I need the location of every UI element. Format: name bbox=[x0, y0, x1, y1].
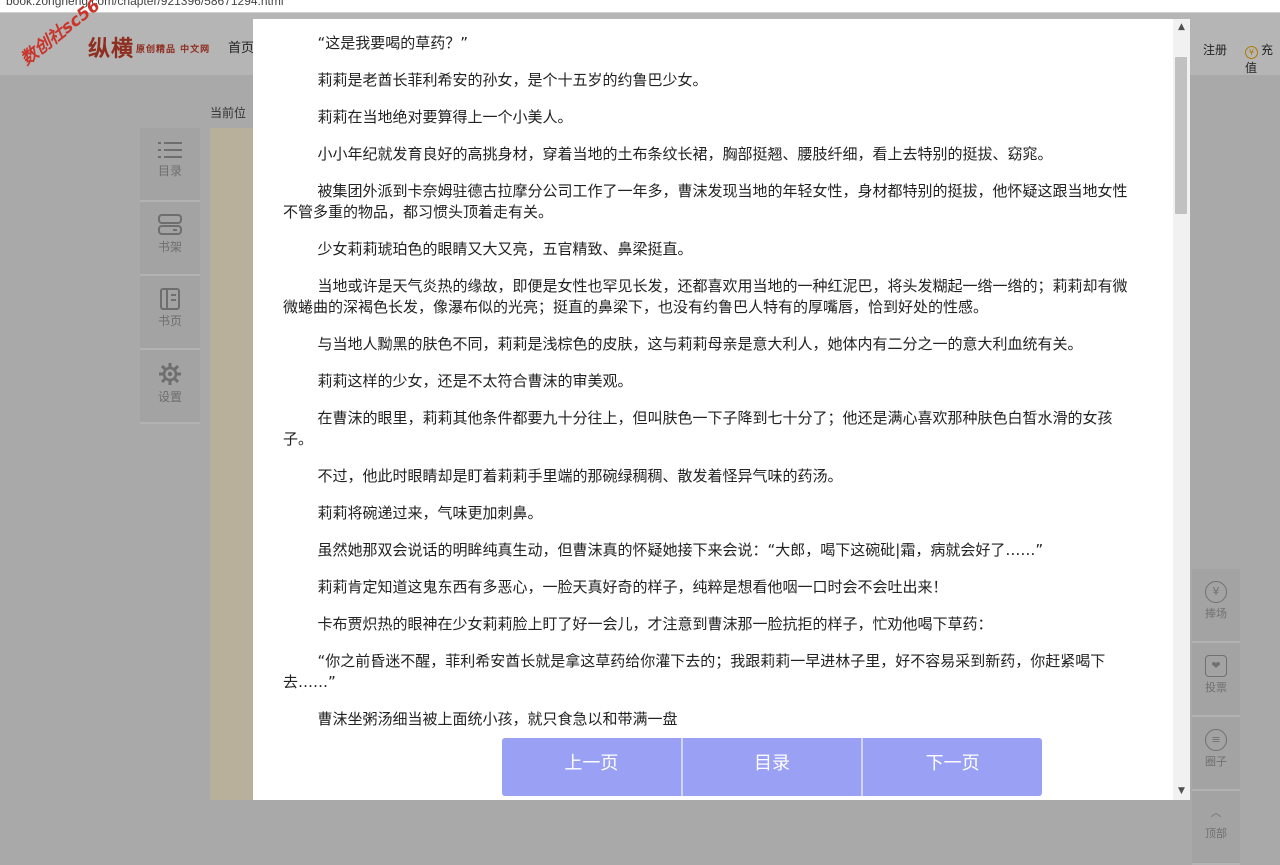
nav-home-link[interactable]: 首页 bbox=[228, 37, 254, 56]
right-toolbar: ¥ 捧场 ❤ 投票 ≡ 圈子 ︿ 顶部 bbox=[1192, 569, 1240, 865]
back-to-top-button[interactable]: ︿ 顶部 bbox=[1192, 803, 1240, 865]
charge-link[interactable]: ¥ 充值 bbox=[1245, 41, 1280, 76]
circle-button[interactable]: ≡ 圈子 bbox=[1192, 729, 1240, 791]
browser-url-bar[interactable]: book.zongheng.com/chapter/921396/5867129… bbox=[0, 0, 1280, 13]
paragraph: 莉莉是老酋长菲利希安的孙女，是个十五岁的约鲁巴少女。 bbox=[317, 71, 708, 89]
paragraph: 少女莉莉琥珀色的眼睛又大又亮，五官精致、鼻梁挺直。 bbox=[317, 240, 693, 258]
paragraph: 虽然她那双会说话的明眸纯真生动，但曹沫真的怀疑她接下来会说：“大郎，喝下这碗砒|… bbox=[317, 541, 1044, 559]
scroll-up-arrow-icon[interactable]: ▲ bbox=[1173, 19, 1190, 36]
book-icon bbox=[160, 288, 180, 310]
toolbar-label: 目录 bbox=[157, 164, 182, 178]
paragraph: 卡布贾炽热的眼神在少女莉莉脸上盯了好一会儿，才注意到曹沫那一脸抗拒的样子，忙劝他… bbox=[317, 615, 993, 633]
paragraph: 与当地人黝黑的肤色不同，莉莉是浅棕色的皮肤，这与莉莉母亲是意大利人，她体内有二分… bbox=[317, 335, 1083, 353]
toolbar-label: 书架 bbox=[157, 240, 182, 254]
paragraph: 当地或许是天气炎热的缘故，即便是女性也罕见长发，还都喜欢用当地的一种红泥巴，将头… bbox=[283, 277, 1128, 316]
scroll-down-arrow-icon[interactable]: ▼ bbox=[1173, 783, 1190, 800]
toolbar-label: 设置 bbox=[157, 390, 182, 404]
paragraph: 莉莉这样的少女，还是不太符合曹沫的审美观。 bbox=[317, 372, 633, 390]
toolbar-bookshelf-button[interactable]: 书架 bbox=[140, 214, 200, 276]
url-text: book.zongheng.com/chapter/921396/5867129… bbox=[6, 0, 284, 8]
left-toolbar: 目录 书架 书页 设置 bbox=[140, 128, 200, 424]
paragraph: 被集团外派到卡奈姆驻德古拉摩分公司工作了一年多，曹沫发现当地的年轻女性，身材都特… bbox=[283, 182, 1128, 221]
paragraph: 不过，他此时眼睛却是盯着莉莉手里端的那碗绿稠稠、散发着怪异气味的药汤。 bbox=[317, 467, 843, 485]
toc-button[interactable]: 目录 bbox=[680, 738, 862, 796]
paragraph: “这是我要喝的草药？” bbox=[317, 34, 469, 52]
logo-text: 纵横 bbox=[88, 37, 135, 62]
right-tool-label: 捧场 bbox=[1205, 607, 1227, 620]
paragraph: 在曹沫的眼里，莉莉其他条件都要九十分往上，但叫肤色一下子降到七十分了；他还是满心… bbox=[283, 409, 1113, 448]
support-button[interactable]: ¥ 捧场 bbox=[1192, 581, 1240, 643]
chapter-pager: 上一页 目录 下一页 bbox=[502, 738, 1042, 796]
site-logo[interactable]: 纵横 原创精品 中文网 bbox=[88, 31, 210, 63]
right-tool-label: 圈子 bbox=[1205, 755, 1227, 768]
gear-icon bbox=[159, 363, 181, 385]
paragraph: 小小年纪就发育良好的高挑身材，穿着当地的土布条纹长裙，胸部挺翘、腰肢纤细，看上去… bbox=[317, 145, 1053, 163]
register-link[interactable]: 注册 bbox=[1203, 41, 1227, 58]
chapter-content: “这是我要喝的草药？” 莉莉是老酋长菲利希安的孙女，是个十五岁的约鲁巴少女。 莉… bbox=[283, 33, 1135, 746]
paragraph: 曹沫坐粥汤细当被上面统小孩，就只食急以和带满一盘 bbox=[317, 710, 678, 728]
paragraph: 莉莉将碗递过来，气味更加刺鼻。 bbox=[317, 504, 543, 522]
prev-page-button[interactable]: 上一页 bbox=[502, 738, 681, 796]
right-tool-label: 顶部 bbox=[1205, 827, 1227, 840]
right-tool-label: 投票 bbox=[1205, 681, 1227, 694]
logo-subtext: 原创精品 中文网 bbox=[136, 45, 211, 55]
toolbar-toc-button[interactable]: 目录 bbox=[140, 140, 200, 202]
list-icon bbox=[158, 142, 182, 158]
paragraph: “你之前昏迷不醒，菲利希安酋长就是拿这草药给你灌下去的；我跟莉莉一早进林子里，好… bbox=[283, 652, 1106, 691]
chat-icon: ≡ bbox=[1205, 729, 1227, 751]
chapter-reader-modal[interactable]: “这是我要喝的草药？” 莉莉是老酋长菲利希安的孙女，是个十五岁的约鲁巴少女。 莉… bbox=[253, 19, 1190, 800]
scrollbar-thumb[interactable] bbox=[1175, 57, 1187, 214]
vote-button[interactable]: ❤ 投票 bbox=[1192, 655, 1240, 717]
paragraph: 莉莉在当地绝对要算得上一个小美人。 bbox=[317, 108, 573, 126]
yen-icon: ¥ bbox=[1205, 581, 1227, 603]
toolbar-bookpage-button[interactable]: 书页 bbox=[140, 288, 200, 350]
breadcrumb: 当前位 bbox=[210, 106, 247, 120]
vertical-scrollbar[interactable]: ▲ ▼ bbox=[1173, 19, 1190, 800]
next-page-button[interactable]: 下一页 bbox=[861, 738, 1042, 796]
yen-coin-icon: ¥ bbox=[1245, 46, 1258, 59]
ticket-icon: ❤ bbox=[1205, 655, 1227, 677]
toolbar-settings-button[interactable]: 设置 bbox=[140, 362, 200, 424]
chevron-up-icon: ︿ bbox=[1210, 806, 1222, 819]
paragraph: 莉莉肯定知道这鬼东西有多恶心，一脸天真好奇的样子，纯粹是想看他咽一口时会不会吐出… bbox=[317, 578, 948, 596]
bookshelf-icon bbox=[158, 214, 182, 235]
toolbar-label: 书页 bbox=[157, 314, 182, 328]
